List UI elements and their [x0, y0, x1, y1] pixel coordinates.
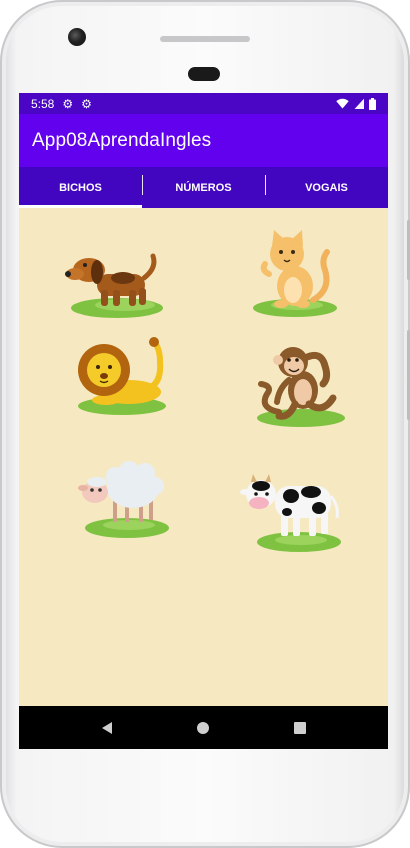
home-icon[interactable]	[183, 708, 223, 748]
speaker-slot	[188, 67, 220, 81]
tab-label: VOGAIS	[305, 181, 348, 194]
dog-image[interactable]	[65, 248, 165, 320]
battery-icon	[369, 97, 376, 110]
recents-icon[interactable]	[280, 708, 320, 748]
tab-bichos[interactable]: BICHOS	[19, 167, 142, 208]
monkey-image[interactable]	[249, 338, 349, 428]
tab-bar: BICHOS NÚMEROS VOGAIS	[19, 167, 388, 208]
navigation-bar	[19, 706, 388, 749]
earpiece-grille	[160, 36, 250, 42]
gear-icon: ⚙	[62, 96, 74, 111]
tab-numeros[interactable]: NÚMEROS	[142, 167, 265, 208]
app-title: App08AprendaIngles	[32, 129, 212, 151]
gear-icon: ⚙	[81, 96, 92, 111]
wifi-icon	[336, 98, 349, 109]
status-bar: 5:58 ⚙ ⚙	[19, 93, 388, 114]
screen: 5:58 ⚙ ⚙ App08AprendaIngles BICHOS NÚMER…	[19, 93, 388, 749]
sheep-image[interactable]	[75, 458, 171, 540]
app-bar: App08AprendaIngles	[19, 114, 388, 167]
tab-vogais[interactable]: VOGAIS	[265, 167, 388, 208]
front-camera	[68, 28, 86, 46]
lion-image[interactable]	[74, 336, 170, 416]
cat-image[interactable]	[247, 230, 339, 320]
status-time: 5:58	[31, 96, 55, 111]
signal-icon	[354, 98, 364, 109]
back-icon[interactable]	[87, 708, 127, 748]
tab-label: NÚMEROS	[175, 181, 232, 194]
cow-image[interactable]	[239, 470, 343, 554]
animal-grid	[19, 208, 388, 706]
tab-label: BICHOS	[59, 181, 102, 194]
phone-frame: 5:58 ⚙ ⚙ App08AprendaIngles BICHOS NÚMER…	[0, 0, 410, 848]
